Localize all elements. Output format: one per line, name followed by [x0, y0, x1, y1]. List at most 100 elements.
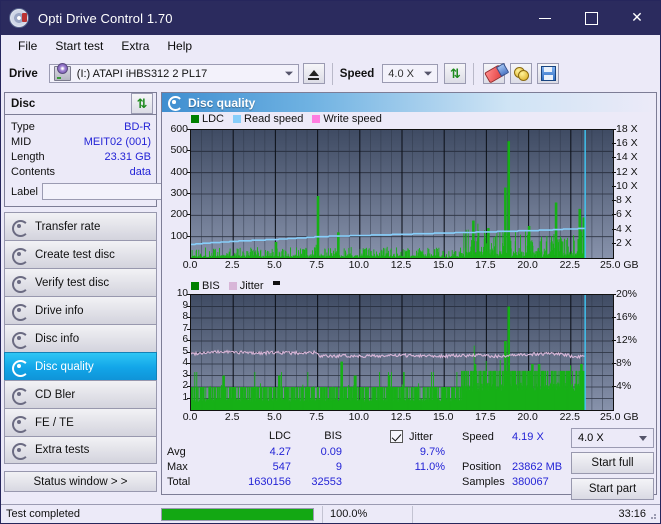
sidebar-item-extra-tests[interactable]: Extra tests [4, 436, 157, 464]
status-window-wrap: Status window > > [4, 471, 157, 492]
resize-grip[interactable] [647, 510, 657, 520]
y2-tick-mark [612, 228, 616, 230]
stats-row-key-avg: Avg [167, 446, 186, 458]
speed-select[interactable]: 4.0 X [382, 64, 439, 83]
eject-button[interactable] [302, 63, 325, 84]
disc-refresh-button[interactable]: ⇅ [131, 93, 153, 114]
y2-tick-mark [612, 214, 616, 216]
legend-swatch-ldc [191, 115, 199, 123]
gold-discs-icon [514, 67, 530, 81]
stats-jitter-avg: 9.7% [419, 446, 445, 458]
sidebar-item-label: Extra tests [35, 444, 90, 456]
sidebar-item-label: Disc quality [35, 360, 94, 373]
start-full-button[interactable]: Start full [571, 452, 654, 474]
tools-button[interactable] [510, 63, 533, 84]
y2-tick-mark [612, 363, 616, 364]
plot2-jitter-line [191, 349, 585, 360]
stats-samples-key: Samples [462, 476, 505, 488]
drive-toolbar: Drive (I:) ATAPI iHBS312 2 PL17 Speed 4.… [1, 57, 660, 90]
stats-bis-max: 9 [335, 461, 342, 473]
test-speed-select[interactable]: 4.0 X [571, 428, 654, 448]
stats-ldc-total: 1630156 [248, 476, 291, 488]
sidebar-item-disc-quality[interactable]: Disc quality [4, 352, 157, 380]
y2-tick-mark [612, 185, 616, 187]
menu-item-extra[interactable]: Extra [112, 37, 158, 55]
stats-speed-key: Speed [462, 431, 494, 443]
stats-col-bis: BIS [324, 430, 342, 442]
legend-marker-extra [272, 281, 280, 285]
disc-test-icon [12, 359, 29, 377]
x-tick: 10.0 [348, 411, 370, 423]
y2-tick-mark [612, 317, 616, 318]
y-tick-left: 5 [182, 345, 188, 357]
x-tick: 10.0 [348, 259, 370, 271]
sidebar-item-drive-info[interactable]: Drive info [4, 296, 157, 324]
sidebar-item-verify-test-disc[interactable]: Verify test disc [4, 268, 157, 296]
y-tick-mark [187, 235, 190, 237]
y-tick-left: 2 [182, 380, 188, 391]
disc-row-key: Length [11, 150, 45, 163]
window-title: Opti Drive Control 1.70 [38, 10, 173, 26]
legend-item-jitter: Jitter [228, 280, 264, 292]
status-message: Test completed [6, 508, 80, 520]
disc-row-key: Contents [11, 165, 56, 178]
x-tick: 20.0 [517, 411, 538, 423]
save-button[interactable] [537, 63, 560, 84]
y-tick-left: 400 [170, 165, 188, 178]
menu-item-start-test[interactable]: Start test [46, 37, 112, 55]
y-tick-left: 10 [176, 288, 188, 299]
sidebar-item-transfer-rate[interactable]: Transfer rate [4, 212, 157, 240]
sidebar-item-fe-te[interactable]: FE / TE [4, 408, 157, 436]
y2-tick-mark [612, 386, 616, 387]
y-tick-left: 7 [182, 322, 188, 334]
y2-tick-mark [612, 340, 616, 341]
toolbar-divider-1 [331, 62, 333, 85]
start-part-button[interactable]: Start part [571, 478, 654, 500]
x-tick: 17.5 [475, 411, 496, 423]
elapsed-time: 33:16 [412, 505, 660, 523]
sidebar-item-label: CD Bler [35, 388, 76, 401]
close-button[interactable]: ✕ [614, 1, 660, 35]
x-tick: 0.0 [182, 259, 198, 271]
sidebar-item-create-test-disc[interactable]: Create test disc [4, 240, 157, 268]
window-controls: ✕ [522, 1, 660, 35]
drive-select[interactable]: (I:) ATAPI iHBS312 2 PL17 [48, 63, 299, 83]
disc-test-icon [12, 275, 29, 293]
sidebar-item-label: Disc info [35, 332, 80, 345]
sidebar-item-label: Drive info [35, 304, 84, 317]
minimize-button[interactable] [522, 1, 568, 35]
erase-button[interactable] [483, 63, 506, 84]
y2-tick-mark [612, 129, 616, 130]
maximize-button[interactable] [568, 1, 614, 35]
x-tick: 2.5 [224, 259, 240, 271]
progress-fill [162, 508, 313, 520]
y-tick-left: 9 [182, 299, 188, 311]
jitter-checkbox[interactable] [390, 430, 403, 443]
bis-plot-area[interactable] [190, 294, 614, 411]
y-tick-mark [187, 386, 190, 387]
ldc-plot-area[interactable] [190, 129, 614, 259]
disc-test-icon [12, 331, 29, 349]
drive-label: Drive [9, 67, 38, 80]
progress-bar [161, 507, 314, 521]
x-tick: 15.0 [432, 259, 454, 271]
sidebar-item-label: FE / TE [35, 416, 74, 429]
menu-item-help[interactable]: Help [158, 37, 201, 55]
bis-chart-block: BIS Jitter 1 2 3 4 5 6 7 8 9 10 4% 8% 12% 16% 20% 0.0 2.… [162, 280, 656, 428]
plot1-svg [191, 130, 613, 258]
legend-label: BIS [202, 280, 220, 292]
sidebar-item-cd-bler[interactable]: CD Bler [4, 380, 157, 408]
ldc-chart-block: LDC Read speed Write speed 100 200 300 400 5… [162, 112, 656, 280]
refresh-button[interactable]: ⇅ [444, 63, 467, 84]
legend-label: LDC [202, 113, 225, 125]
disc-row-value: BD-R [124, 120, 151, 133]
chevron-down-icon [639, 436, 647, 441]
status-window-button[interactable]: Status window > > [4, 471, 157, 492]
menu-item-file[interactable]: File [9, 37, 46, 55]
y-tick-mark [187, 171, 190, 173]
y-tick-mark [187, 351, 190, 353]
stats-col-ldc: LDC [268, 430, 291, 442]
progress-percent: 100.0% [322, 505, 412, 523]
disc-panel-title: Disc [11, 97, 36, 110]
sidebar-item-disc-info[interactable]: Disc info [4, 324, 157, 352]
